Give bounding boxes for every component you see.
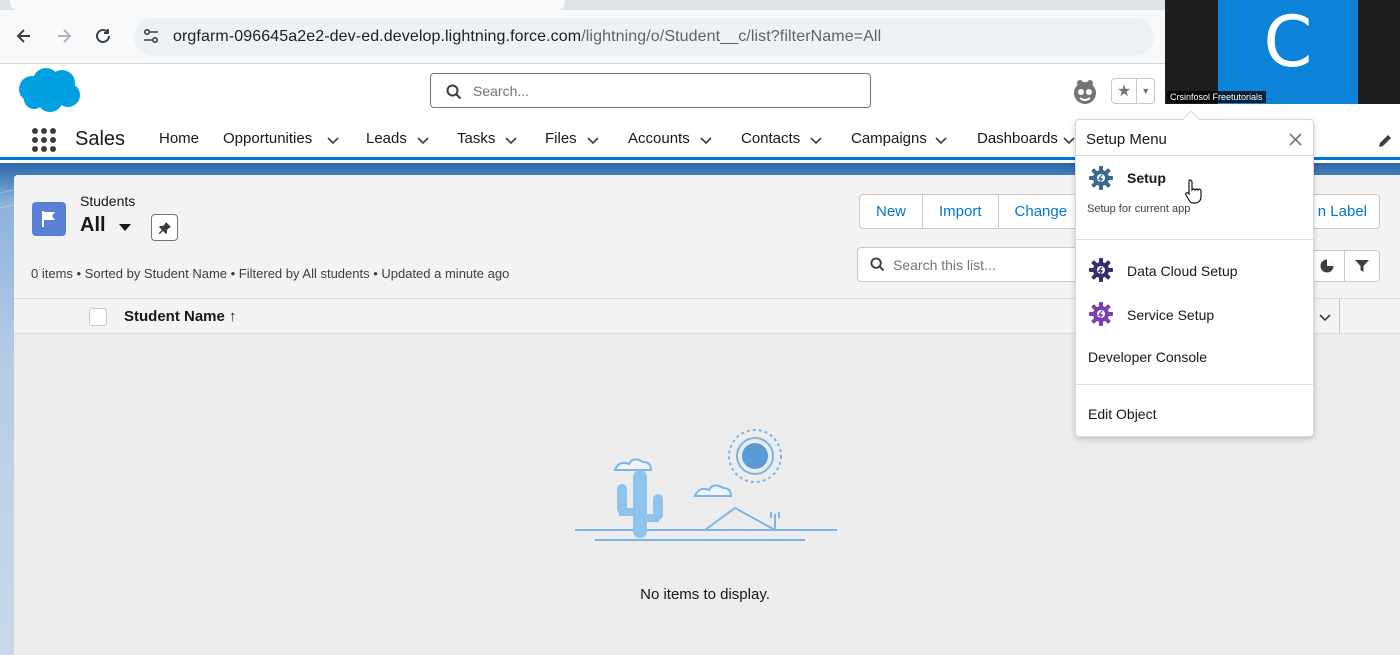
edit-nav-pencil-icon[interactable] xyxy=(1376,132,1394,150)
menu-item-setup[interactable]: Setup xyxy=(1127,170,1166,186)
global-search-placeholder: Search... xyxy=(473,83,530,99)
video-tile: C xyxy=(1218,0,1358,104)
import-button[interactable]: Import xyxy=(923,195,999,228)
url-host: orgfarm-096645a2e2-dev-ed.develop.lightn… xyxy=(173,28,582,45)
filter-icon xyxy=(1355,260,1369,272)
data-cloud-gear-icon xyxy=(1089,258,1113,282)
close-icon[interactable] xyxy=(1289,133,1302,146)
pie-chart-icon xyxy=(1320,259,1334,273)
list-view-name[interactable]: All xyxy=(80,214,106,237)
chevron-down-icon[interactable] xyxy=(504,133,518,147)
setup-menu-title: Setup Menu xyxy=(1086,131,1167,148)
chevron-down-icon[interactable] xyxy=(326,133,340,147)
chevron-down-icon[interactable] xyxy=(1317,309,1333,325)
menu-item-developer-console[interactable]: Developer Console xyxy=(1088,349,1207,365)
object-label: Students xyxy=(80,193,136,209)
chevron-down-icon[interactable] xyxy=(934,133,948,147)
empty-state-message: No items to display. xyxy=(640,586,770,603)
empty-state-desert-illustration xyxy=(575,429,837,541)
search-icon xyxy=(446,84,462,100)
list-view-meta: 0 items • Sorted by Student Name • Filte… xyxy=(31,266,510,281)
nav-item-tasks[interactable]: Tasks xyxy=(457,130,495,147)
back-arrow-icon[interactable] xyxy=(12,24,36,48)
menu-divider xyxy=(1076,384,1313,385)
menu-item-service-setup[interactable]: Service Setup xyxy=(1127,307,1214,323)
nav-item-contacts[interactable]: Contacts xyxy=(741,130,800,147)
video-overlay: C Crsinfosol Freetutorials xyxy=(1165,0,1400,104)
nav-item-campaigns[interactable]: Campaigns xyxy=(851,130,927,147)
forward-arrow-icon[interactable] xyxy=(52,24,76,48)
chevron-down-icon[interactable]: ▼ xyxy=(1137,79,1154,103)
new-button[interactable]: New xyxy=(860,195,924,228)
setup-gear-icon xyxy=(1089,166,1113,190)
url-path: /lightning/o/Student__c/list?filterName=… xyxy=(581,28,882,45)
browser-tab[interactable] xyxy=(10,0,565,10)
pin-list-view-button[interactable] xyxy=(151,214,178,241)
filter-button[interactable] xyxy=(1344,250,1380,282)
sort-ascending-icon: ↑ xyxy=(229,308,237,325)
service-setup-gear-icon xyxy=(1089,302,1113,326)
site-info-icon[interactable] xyxy=(141,26,161,46)
nav-item-leads[interactable]: Leads xyxy=(366,130,407,147)
reload-icon[interactable] xyxy=(91,24,115,48)
nav-item-opportunities[interactable]: Opportunities xyxy=(223,130,312,147)
chevron-down-icon[interactable] xyxy=(699,133,713,147)
star-icon[interactable]: ★ xyxy=(1112,79,1138,103)
nav-item-home[interactable]: Home xyxy=(159,130,199,147)
nav-item-files[interactable]: Files xyxy=(545,130,577,147)
global-search-input[interactable]: Search... xyxy=(430,73,871,108)
select-all-checkbox[interactable] xyxy=(89,308,107,326)
menu-item-data-cloud-setup[interactable]: Data Cloud Setup xyxy=(1127,263,1238,279)
column-divider xyxy=(1339,298,1340,334)
list-search-input[interactable]: Search this list... xyxy=(857,247,1087,282)
chevron-down-icon[interactable] xyxy=(586,133,600,147)
list-actions-group: New Import Change xyxy=(859,194,1085,229)
einstein-assistant-icon[interactable] xyxy=(1071,78,1099,106)
salesforce-cloud-logo[interactable] xyxy=(16,67,82,113)
nav-item-dashboards[interactable]: Dashboards xyxy=(977,130,1058,147)
hand-pointer-cursor-icon xyxy=(1185,179,1202,204)
custom-object-flag-icon xyxy=(32,202,66,236)
column-header-student-name[interactable]: Student Name ↑ xyxy=(124,308,237,325)
list-view-picker-caret-icon[interactable] xyxy=(118,220,132,234)
menu-item-edit-object[interactable]: Edit Object xyxy=(1088,406,1156,422)
favorites-group: ★ ▼ xyxy=(1111,78,1155,104)
chevron-down-icon[interactable] xyxy=(1062,133,1076,147)
list-search-placeholder: Search this list... xyxy=(893,257,996,273)
menu-divider xyxy=(1076,239,1313,240)
menu-divider xyxy=(1076,155,1313,156)
video-avatar-letter: C xyxy=(1263,1,1313,83)
column-header-label: Student Name xyxy=(124,308,225,325)
app-name: Sales xyxy=(75,128,126,150)
pin-icon xyxy=(158,221,171,234)
change-owner-button[interactable]: Change xyxy=(999,195,1084,228)
video-participant-label: Crsinfosol Freetutorials xyxy=(1167,91,1266,103)
menu-item-setup-description: Setup for current app xyxy=(1087,203,1191,215)
url-text[interactable]: orgfarm-096645a2e2-dev-ed.develop.lightn… xyxy=(173,28,881,46)
chevron-down-icon[interactable] xyxy=(416,133,430,147)
chevron-down-icon[interactable] xyxy=(809,133,823,147)
search-icon xyxy=(870,257,885,272)
charts-button[interactable] xyxy=(1309,250,1345,282)
app-launcher-icon[interactable] xyxy=(32,128,56,152)
nav-item-accounts[interactable]: Accounts xyxy=(628,130,690,147)
